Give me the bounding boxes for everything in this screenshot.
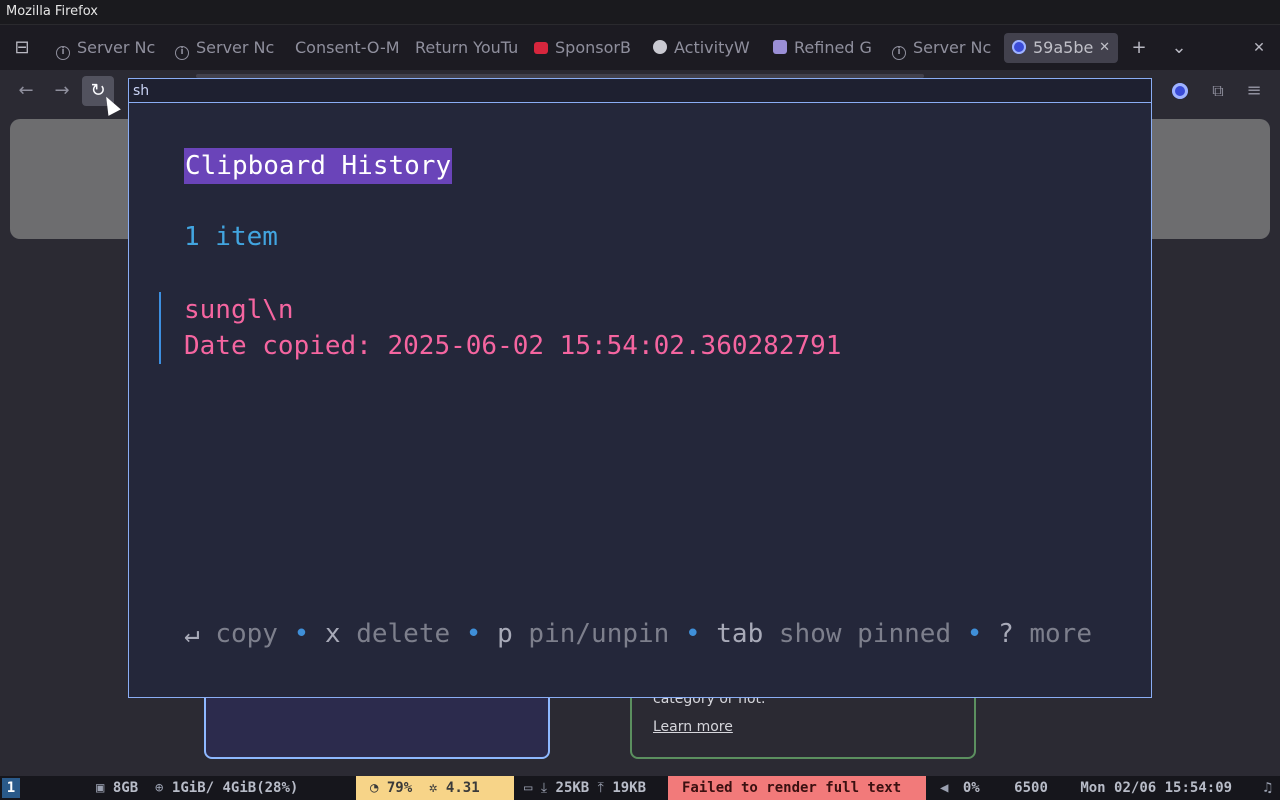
gauge-icon: ◔ xyxy=(370,780,379,796)
workspace-indicator[interactable]: 1 xyxy=(2,778,20,798)
bell-icon[interactable]: ♫ xyxy=(1264,776,1272,800)
help-key-more: ? xyxy=(998,619,1014,649)
help-key-delete: x xyxy=(324,619,341,649)
extensions-puzzle-icon[interactable]: ⧉ xyxy=(1202,76,1234,106)
tab-label: Consent-O-M xyxy=(295,38,399,57)
memory-icon: ⊕ xyxy=(155,780,164,796)
info-icon: i xyxy=(175,46,189,60)
cpu-value: 79% xyxy=(386,780,413,796)
tab-activitywatch[interactable]: ActivityW xyxy=(653,33,757,63)
system-status-bar: 1 ▣ 8GB ⊕ 1GiB/ 4GiB(28%) ◔ 79% ✲ 4.31 ▭… xyxy=(0,776,1280,800)
clipboard-launcher-popup: sh Clipboard History 1 item sungl\n Date… xyxy=(128,78,1152,698)
tab-label: ActivityW xyxy=(674,38,750,57)
launcher-search-input[interactable]: sh xyxy=(129,79,1151,103)
status-value: 6500 xyxy=(1014,780,1048,796)
load-value: 4.31 xyxy=(445,780,480,796)
memory-segment: ▣ 8GB ⊕ 1GiB/ 4GiB(28%) xyxy=(96,776,356,800)
help-show-pinned: show pinned xyxy=(778,619,952,649)
volume-value: 0% xyxy=(962,780,980,796)
tab-label: Return YouTu xyxy=(415,38,519,57)
network-icon: ▭ xyxy=(524,780,533,796)
gear-icon: ✲ xyxy=(429,780,438,796)
help-separator: • xyxy=(465,619,482,649)
selection-indicator xyxy=(159,292,161,364)
tab-label: Server Nc xyxy=(77,38,156,57)
tab-server-3[interactable]: i Server Nc xyxy=(892,33,996,63)
tab-label: Server Nc xyxy=(196,38,275,57)
hamburger-menu-icon[interactable]: ≡ xyxy=(1238,76,1270,106)
help-separator: • xyxy=(966,619,983,649)
new-tab-button[interactable]: + xyxy=(1124,33,1154,63)
tab-label: Refined G xyxy=(794,38,872,57)
enter-key-icon: ↵ xyxy=(184,619,200,649)
help-pin: pin/unpin xyxy=(528,619,670,649)
extension-icon xyxy=(1012,40,1026,54)
disk-value: 8GB xyxy=(112,780,139,796)
disk-icon: ▣ xyxy=(96,780,105,796)
network-segment: ▭ ⤓ 25KB ⤒ 19KB xyxy=(514,776,670,800)
tab-server-2[interactable]: i Server Nc xyxy=(175,33,279,63)
tab-strip: ⊟ i Server Nc i Server Nc Consent-O-M Retu… xyxy=(0,24,1280,70)
help-delete: delete xyxy=(356,619,451,649)
net-down-value: 25KB xyxy=(555,780,590,796)
firefox-view-icon[interactable]: ⊟ xyxy=(6,33,38,63)
help-separator: • xyxy=(293,619,310,649)
learn-more-link[interactable]: Learn more xyxy=(653,719,733,735)
memory-value: 1GiB/ 4GiB(28%) xyxy=(171,780,299,796)
tab-label: SponsorB xyxy=(555,38,631,57)
tab-consent[interactable]: Consent-O-M xyxy=(295,33,399,63)
tab-return-youtube[interactable]: Return YouTu xyxy=(415,33,519,63)
tab-sponsorblock[interactable]: SponsorB xyxy=(534,33,638,63)
help-more: more xyxy=(1029,619,1092,649)
launcher-title: Clipboard History xyxy=(184,148,453,184)
close-tab-icon[interactable]: ✕ xyxy=(1099,33,1110,63)
help-key-tab: tab xyxy=(716,619,764,649)
speaker-icon[interactable]: ◀ xyxy=(940,780,948,796)
upload-icon: ⤒ xyxy=(597,780,604,796)
tab-server-1[interactable]: i Server Nc xyxy=(56,33,160,63)
keybinding-help: ↵ copy • x delete • p pin/unpin • tab sh… xyxy=(184,619,1092,649)
help-key-pin: p xyxy=(497,619,513,649)
cpu-segment: ◔ 79% ✲ 4.31 xyxy=(356,776,514,800)
close-window-button[interactable]: ✕ xyxy=(1244,33,1274,63)
activitywatch-icon xyxy=(653,40,667,54)
tab-label: 59a5be xyxy=(1033,38,1094,57)
github-icon xyxy=(773,40,787,54)
clipboard-item-text[interactable]: sungl\n xyxy=(184,295,294,325)
window-title: Mozilla Firefox xyxy=(0,0,1280,24)
tab-refined-github[interactable]: Refined G xyxy=(773,33,877,63)
back-button[interactable]: ← xyxy=(10,76,42,106)
item-count: 1 item xyxy=(184,222,278,252)
info-icon: i xyxy=(892,46,906,60)
clipboard-item-date[interactable]: Date copied: 2025-06-02 15:54:02.3602827… xyxy=(184,331,841,361)
clock: Mon 02/06 15:54:09 xyxy=(1080,780,1233,796)
download-icon: ⤓ xyxy=(540,780,548,796)
forward-button[interactable]: → xyxy=(46,76,78,106)
help-separator: • xyxy=(684,619,701,649)
info-icon: i xyxy=(56,46,70,60)
error-segment: Failed to render full text xyxy=(668,776,926,800)
volume-clock-segment: ◀ 0% 6500 Mon 02/06 15:54:09 ♫ xyxy=(926,776,1280,800)
tab-active-extension[interactable]: 59a5be ✕ xyxy=(1004,33,1118,63)
extension-toolbar-icon[interactable] xyxy=(1164,76,1196,106)
list-all-tabs-button[interactable]: ⌄ xyxy=(1164,33,1194,63)
help-copy: copy xyxy=(215,619,278,649)
tab-label: Server Nc xyxy=(913,38,992,57)
youtube-icon xyxy=(534,42,548,54)
net-up-value: 19KB xyxy=(612,780,647,796)
